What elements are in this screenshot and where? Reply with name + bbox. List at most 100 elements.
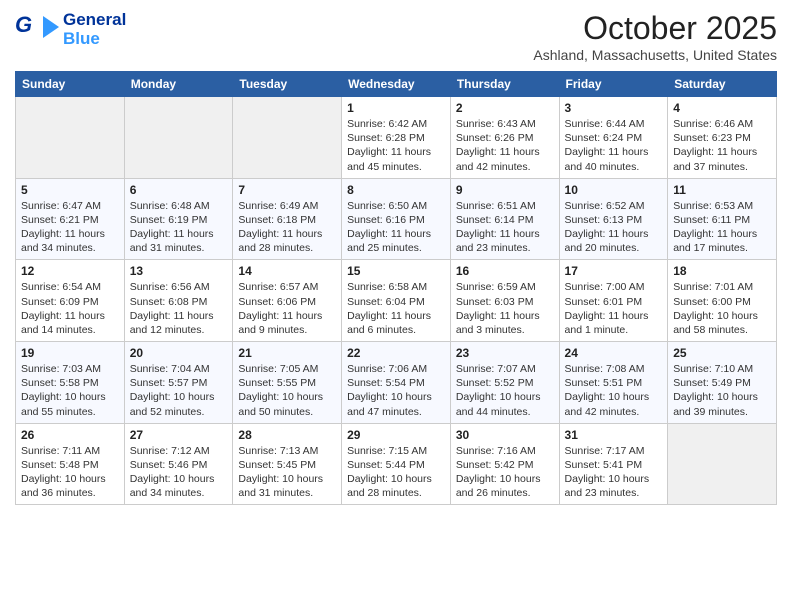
calendar-cell: 25 Sunrise: 7:10 AM Sunset: 5:49 PM Dayli… xyxy=(668,342,777,424)
calendar-cell: 2 Sunrise: 6:43 AM Sunset: 6:26 PM Daylig… xyxy=(450,97,559,179)
day-info: Sunrise: 7:11 AM Sunset: 5:48 PM Dayligh… xyxy=(21,444,119,501)
day-number: 22 xyxy=(347,346,445,360)
day-info: Sunrise: 7:06 AM Sunset: 5:54 PM Dayligh… xyxy=(347,362,445,419)
day-number: 10 xyxy=(565,183,663,197)
day-info: Sunrise: 7:00 AM Sunset: 6:01 PM Dayligh… xyxy=(565,280,663,337)
page-container: G General Blue October 2025 Ashland, Mas… xyxy=(0,0,792,515)
day-number: 3 xyxy=(565,101,663,115)
calendar-cell: 17Sunrise: 7:00 AM Sunset: 6:01 PM Dayli… xyxy=(559,260,668,342)
calendar-cell: 6Sunrise: 6:48 AM Sunset: 6:19 PM Daylig… xyxy=(124,178,233,260)
logo-icon: G xyxy=(15,10,59,49)
calendar-cell xyxy=(124,97,233,179)
day-number: 1 xyxy=(347,101,445,115)
weekday-header-tuesday: Tuesday xyxy=(233,72,342,97)
day-info: Sunrise: 7:07 AM Sunset: 5:52 PM Dayligh… xyxy=(456,362,554,419)
day-number: 20 xyxy=(130,346,228,360)
day-info: Sunrise: 7:01 AM Sunset: 6:00 PM Dayligh… xyxy=(673,280,771,337)
day-info: Sunrise: 7:12 AM Sunset: 5:46 PM Dayligh… xyxy=(130,444,228,501)
day-number: 9 xyxy=(456,183,554,197)
calendar-cell: 12Sunrise: 6:54 AM Sunset: 6:09 PM Dayli… xyxy=(16,260,125,342)
day-number: 13 xyxy=(130,264,228,278)
day-info: Sunrise: 6:46 AM Sunset: 6:23 PM Dayligh… xyxy=(673,117,771,174)
calendar-cell: 26 Sunrise: 7:11 AM Sunset: 5:48 PM Dayli… xyxy=(16,423,125,505)
day-number: 12 xyxy=(21,264,119,278)
calendar-cell xyxy=(16,97,125,179)
calendar-week-1: 1 Sunrise: 6:42 AM Sunset: 6:28 PM Daylig… xyxy=(16,97,777,179)
day-info: Sunrise: 7:05 AM Sunset: 5:55 PM Dayligh… xyxy=(238,362,336,419)
calendar-cell xyxy=(668,423,777,505)
day-number: 30 xyxy=(456,428,554,442)
day-number: 25 xyxy=(673,346,771,360)
logo-blue: Blue xyxy=(63,30,126,49)
header: G General Blue October 2025 Ashland, Mas… xyxy=(15,10,777,63)
calendar-cell: 22 Sunrise: 7:06 AM Sunset: 5:54 PM Dayli… xyxy=(342,342,451,424)
calendar-cell: 30 Sunrise: 7:16 AM Sunset: 5:42 PM Dayli… xyxy=(450,423,559,505)
calendar-cell: 27 Sunrise: 7:12 AM Sunset: 5:46 PM Dayli… xyxy=(124,423,233,505)
weekday-header-saturday: Saturday xyxy=(668,72,777,97)
day-info: Sunrise: 7:10 AM Sunset: 5:49 PM Dayligh… xyxy=(673,362,771,419)
calendar-cell: 4 Sunrise: 6:46 AM Sunset: 6:23 PM Daylig… xyxy=(668,97,777,179)
day-info: Sunrise: 6:52 AM Sunset: 6:13 PM Dayligh… xyxy=(565,199,663,256)
calendar-week-3: 12Sunrise: 6:54 AM Sunset: 6:09 PM Dayli… xyxy=(16,260,777,342)
day-number: 15 xyxy=(347,264,445,278)
weekday-header-row: SundayMondayTuesdayWednesdayThursdayFrid… xyxy=(16,72,777,97)
day-info: Sunrise: 7:17 AM Sunset: 5:41 PM Dayligh… xyxy=(565,444,663,501)
calendar-cell: 16Sunrise: 6:59 AM Sunset: 6:03 PM Dayli… xyxy=(450,260,559,342)
day-info: Sunrise: 6:47 AM Sunset: 6:21 PM Dayligh… xyxy=(21,199,119,256)
calendar-cell: 1 Sunrise: 6:42 AM Sunset: 6:28 PM Daylig… xyxy=(342,97,451,179)
calendar-cell: 15 Sunrise: 6:58 AM Sunset: 6:04 PM Dayli… xyxy=(342,260,451,342)
calendar-cell: 19Sunrise: 7:03 AM Sunset: 5:58 PM Dayli… xyxy=(16,342,125,424)
day-number: 27 xyxy=(130,428,228,442)
calendar-body: 1 Sunrise: 6:42 AM Sunset: 6:28 PM Daylig… xyxy=(16,97,777,505)
day-number: 14 xyxy=(238,264,336,278)
day-number: 8 xyxy=(347,183,445,197)
day-info: Sunrise: 6:51 AM Sunset: 6:14 PM Dayligh… xyxy=(456,199,554,256)
day-info: Sunrise: 7:08 AM Sunset: 5:51 PM Dayligh… xyxy=(565,362,663,419)
day-info: Sunrise: 6:59 AM Sunset: 6:03 PM Dayligh… xyxy=(456,280,554,337)
calendar-cell: 28Sunrise: 7:13 AM Sunset: 5:45 PM Dayli… xyxy=(233,423,342,505)
day-info: Sunrise: 6:56 AM Sunset: 6:08 PM Dayligh… xyxy=(130,280,228,337)
day-number: 28 xyxy=(238,428,336,442)
calendar-cell: 21 Sunrise: 7:05 AM Sunset: 5:55 PM Dayli… xyxy=(233,342,342,424)
calendar-cell: 31 Sunrise: 7:17 AM Sunset: 5:41 PM Dayli… xyxy=(559,423,668,505)
calendar-cell xyxy=(233,97,342,179)
day-number: 2 xyxy=(456,101,554,115)
weekday-header-sunday: Sunday xyxy=(16,72,125,97)
day-info: Sunrise: 7:04 AM Sunset: 5:57 PM Dayligh… xyxy=(130,362,228,419)
calendar-cell: 24 Sunrise: 7:08 AM Sunset: 5:51 PM Dayli… xyxy=(559,342,668,424)
calendar-cell: 20 Sunrise: 7:04 AM Sunset: 5:57 PM Dayli… xyxy=(124,342,233,424)
calendar-cell: 3Sunrise: 6:44 AM Sunset: 6:24 PM Daylig… xyxy=(559,97,668,179)
calendar-cell: 10 Sunrise: 6:52 AM Sunset: 6:13 PM Dayli… xyxy=(559,178,668,260)
day-info: Sunrise: 6:53 AM Sunset: 6:11 PM Dayligh… xyxy=(673,199,771,256)
weekday-header-monday: Monday xyxy=(124,72,233,97)
day-number: 18 xyxy=(673,264,771,278)
day-info: Sunrise: 6:49 AM Sunset: 6:18 PM Dayligh… xyxy=(238,199,336,256)
day-info: Sunrise: 6:57 AM Sunset: 6:06 PM Dayligh… xyxy=(238,280,336,337)
logo-general: General xyxy=(63,11,126,30)
day-info: Sunrise: 6:58 AM Sunset: 6:04 PM Dayligh… xyxy=(347,280,445,337)
day-number: 21 xyxy=(238,346,336,360)
calendar-cell: 14 Sunrise: 6:57 AM Sunset: 6:06 PM Dayli… xyxy=(233,260,342,342)
day-number: 4 xyxy=(673,101,771,115)
title-block: October 2025 Ashland, Massachusetts, Uni… xyxy=(533,10,777,63)
month-title: October 2025 xyxy=(533,10,777,47)
day-info: Sunrise: 6:50 AM Sunset: 6:16 PM Dayligh… xyxy=(347,199,445,256)
calendar-cell: 11 Sunrise: 6:53 AM Sunset: 6:11 PM Dayli… xyxy=(668,178,777,260)
calendar-cell: 8 Sunrise: 6:50 AM Sunset: 6:16 PM Daylig… xyxy=(342,178,451,260)
day-number: 19 xyxy=(21,346,119,360)
calendar-week-2: 5Sunrise: 6:47 AM Sunset: 6:21 PM Daylig… xyxy=(16,178,777,260)
day-info: Sunrise: 7:16 AM Sunset: 5:42 PM Dayligh… xyxy=(456,444,554,501)
day-number: 11 xyxy=(673,183,771,197)
calendar-cell: 13 Sunrise: 6:56 AM Sunset: 6:08 PM Dayli… xyxy=(124,260,233,342)
day-number: 26 xyxy=(21,428,119,442)
day-info: Sunrise: 6:43 AM Sunset: 6:26 PM Dayligh… xyxy=(456,117,554,174)
calendar-cell: 18 Sunrise: 7:01 AM Sunset: 6:00 PM Dayli… xyxy=(668,260,777,342)
calendar-cell: 7 Sunrise: 6:49 AM Sunset: 6:18 PM Daylig… xyxy=(233,178,342,260)
weekday-header-friday: Friday xyxy=(559,72,668,97)
day-number: 7 xyxy=(238,183,336,197)
day-number: 23 xyxy=(456,346,554,360)
day-number: 24 xyxy=(565,346,663,360)
weekday-header-thursday: Thursday xyxy=(450,72,559,97)
day-info: Sunrise: 6:42 AM Sunset: 6:28 PM Dayligh… xyxy=(347,117,445,174)
day-number: 31 xyxy=(565,428,663,442)
